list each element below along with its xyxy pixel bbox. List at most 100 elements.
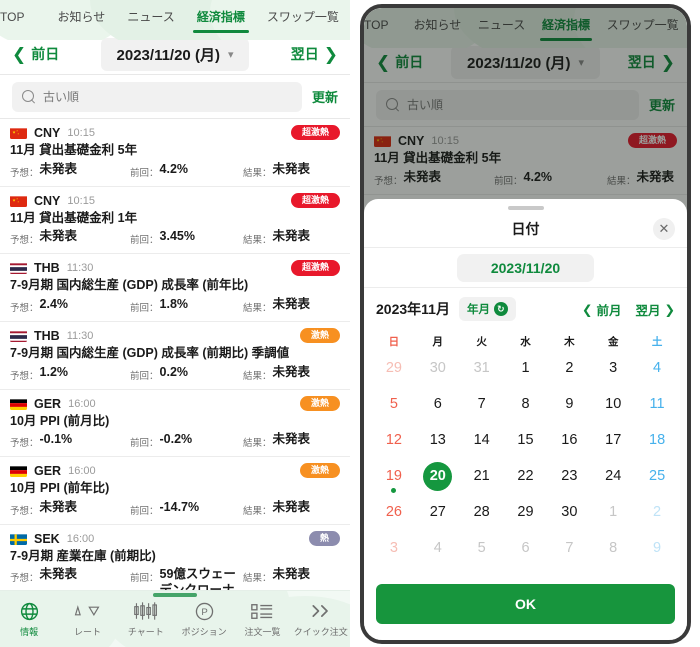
calendar-day[interactable]: 1 [591, 500, 635, 536]
calendar-day-selected[interactable]: 20 [416, 462, 460, 500]
calendar-day[interactable]: 27 [416, 500, 460, 536]
selected-date-display[interactable]: 2023/11/20 [456, 253, 595, 282]
drag-handle[interactable] [153, 593, 197, 597]
calendar-day[interactable]: 14 [460, 428, 504, 464]
calendar-day[interactable]: 29 [504, 500, 548, 536]
weekday-header: 日 [388, 336, 400, 348]
day-number: 29 [385, 360, 402, 376]
calendar-day[interactable]: 22 [504, 464, 548, 500]
tab-label: お知らせ [57, 10, 106, 24]
calendar-day[interactable]: 12 [372, 428, 416, 464]
calendar-day[interactable]: 2 [547, 356, 591, 392]
tab-3[interactable]: ニュース [116, 0, 185, 33]
calendar-day[interactable]: 23 [547, 464, 591, 500]
nav-item-チャート[interactable]: チャート [117, 600, 175, 638]
result-value: 未発表 [272, 229, 311, 244]
importance-badge: 熱 [308, 530, 340, 546]
calendar-day[interactable]: 28 [460, 500, 504, 536]
calendar-day[interactable]: 19 [372, 464, 416, 500]
calendar-day[interactable]: 8 [504, 392, 548, 428]
nav-item-クイック注文[interactable]: クイック注文 [292, 600, 350, 638]
calendar-day[interactable]: 5 [460, 536, 504, 572]
calendar-day[interactable]: 11 [635, 392, 679, 428]
calendar-day[interactable]: 6 [504, 536, 548, 572]
calendar-day[interactable]: 24 [591, 464, 635, 500]
result-label: 結果： [243, 438, 272, 450]
day-number: 28 [473, 504, 490, 520]
calendar-day[interactable]: 7 [460, 392, 504, 428]
calendar-day[interactable]: 31 [460, 356, 504, 392]
indicator-row[interactable]: ★ ★ ★ CNY 10:15 超激熱 11月 貸出基礎金利 5年 予想： 未発表 前回： 4.2%… [0, 119, 350, 187]
calendar-day[interactable]: 17 [591, 428, 635, 464]
calendar-day[interactable]: 15 [504, 428, 548, 464]
previous-cell: 前回：-14.7% [130, 500, 243, 517]
triangles-icon [74, 600, 100, 622]
calendar-day[interactable]: 16 [547, 428, 591, 464]
calendar-day[interactable]: 29 [372, 356, 416, 392]
day-number: 19 [385, 468, 402, 484]
prev-month-button[interactable]: ❮ 前月 [582, 300, 622, 319]
next-month-button[interactable]: 翌月 ❯ [636, 300, 676, 319]
nav-item-label: 情報 [20, 627, 39, 637]
calendar-day[interactable]: 4 [635, 356, 679, 392]
close-icon[interactable]: ✕ [653, 217, 675, 240]
tab-2[interactable]: お知らせ [47, 0, 117, 33]
date-selector-button[interactable]: 2023/11/20 (月) ▾ [100, 37, 250, 71]
calendar-day[interactable]: 5 [372, 392, 416, 428]
day-number: 1 [609, 504, 618, 520]
calendar-day[interactable]: 10 [591, 392, 635, 428]
refresh-button[interactable]: 更新 [312, 87, 338, 106]
calendar-day[interactable]: 9 [635, 536, 679, 572]
calendar-day[interactable]: 2 [635, 500, 679, 536]
nav-item-情報[interactable]: 情報 [0, 600, 58, 638]
indicator-row[interactable]: THB 11:30 超激熱 7-9月期 国内総生産 (GDP) 成長率 (前年比) 予想… [0, 254, 350, 322]
importance-badge: 激熱 [299, 327, 340, 344]
calendar-day[interactable]: 30 [547, 500, 591, 536]
calendar-day[interactable]: 3 [591, 356, 635, 392]
calendar-day[interactable]: 1 [504, 356, 548, 392]
calendar-day[interactable]: 25 [635, 464, 679, 500]
top-tab-bar[interactable]: 報TOP お知らせ ニュース 経済指標 スワップ一覧 [0, 0, 350, 33]
nav-item-レート[interactable]: レート [58, 600, 116, 638]
event-title: 7-9月期 産業在庫 (前期比) [10, 548, 156, 563]
event-time: 10:15 [67, 127, 95, 139]
calendar-day[interactable]: 9 [547, 392, 591, 428]
tab-5[interactable]: スワップ一覧 [256, 0, 350, 33]
tab-1[interactable]: 報TOP [0, 0, 47, 33]
calendar-day[interactable]: 18 [635, 428, 679, 464]
nav-item-ポジション[interactable]: P ポジション [175, 600, 233, 638]
calendar-day[interactable]: 13 [416, 428, 460, 464]
prev-day-button[interactable]: ❮ 前日 [12, 44, 59, 64]
day-number: 5 [389, 396, 398, 412]
day-number: 7 [565, 540, 574, 556]
year-month-toggle-button[interactable]: 年月 ↻ [458, 297, 516, 321]
indicator-row[interactable]: THB 11:30 激熱 7-9月期 国内総生産 (GDP) 成長率 (前期比) 季調… [0, 322, 350, 390]
calendar-day[interactable]: 21 [460, 464, 504, 500]
ok-button[interactable]: OK [376, 584, 675, 624]
search-input[interactable]: 古い順 [12, 81, 302, 112]
calendar-day[interactable]: 6 [416, 392, 460, 428]
day-number: 27 [429, 504, 446, 520]
tab-label: スワップ一覧 [266, 10, 339, 24]
calendar-day[interactable]: 30 [416, 356, 460, 392]
position-p-icon: P [194, 600, 215, 622]
calendar-day[interactable]: 8 [591, 536, 635, 572]
svg-text:★: ★ [16, 197, 18, 200]
calendar-day[interactable]: 3 [372, 536, 416, 572]
chevron-right-icon: ❯ [323, 44, 338, 64]
nav-item-注文一覧[interactable]: 注文一覧 [233, 600, 291, 638]
indicator-row[interactable]: SEK16:00熱7-9月期 産業在庫 (前期比)予想：未発表前回：59億スウェ… [0, 525, 350, 590]
economic-indicator-list[interactable]: ★ ★ ★ CNY 10:15 超激熱 11月 貸出基礎金利 5年 予想： 未発表 前回： 4.2%… [0, 119, 350, 590]
result-value: 未発表 [272, 296, 311, 311]
calendar-day[interactable]: 4 [416, 536, 460, 572]
calendar-day[interactable]: 7 [547, 536, 591, 572]
tab-4[interactable]: 経済指標 [186, 0, 256, 33]
next-day-button[interactable]: 翌日 ❯ [291, 44, 338, 64]
flag-de-icon [10, 398, 27, 410]
indicator-row[interactable]: ★★★CNY10:15超激熱11月 貸出基礎金利 1年予想：未発表前回：3.45… [0, 187, 350, 255]
indicator-row[interactable]: GER16:00激熱10月 PPI (前年比)予想：未発表前回：-14.7%結果… [0, 457, 350, 525]
calendar-day[interactable]: 26 [372, 500, 416, 536]
indicator-row[interactable]: GER16:00激熱10月 PPI (前月比)予想：-0.1%前回：-0.2%結… [0, 390, 350, 458]
previous-value: 1.8% [159, 296, 189, 311]
flag-se-icon [10, 533, 27, 545]
